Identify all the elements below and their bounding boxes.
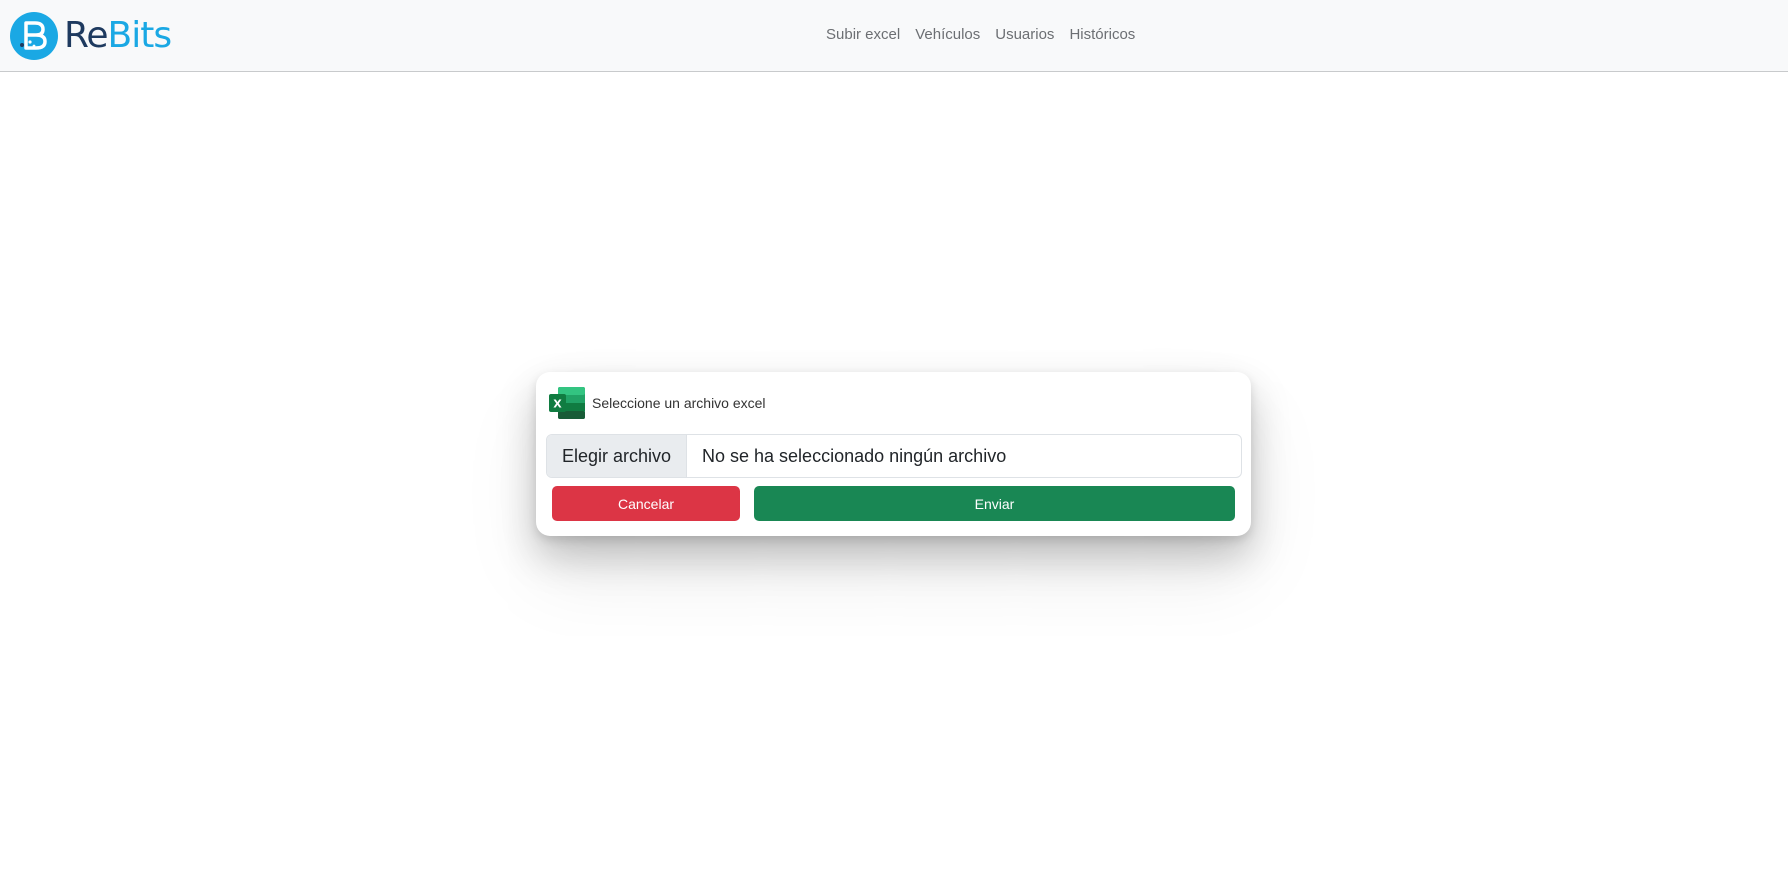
upload-card-title: Seleccione un archivo excel bbox=[592, 395, 766, 411]
nav-link-usuarios[interactable]: Usuarios bbox=[995, 24, 1054, 46]
nav-link-historicos[interactable]: Históricos bbox=[1069, 24, 1135, 46]
cancel-button[interactable]: Cancelar bbox=[552, 486, 740, 521]
brand-name-part2: Bits bbox=[107, 15, 173, 56]
nav-links: Subir excel Vehículos Usuarios Histórico… bbox=[826, 24, 1135, 46]
rebits-logo-icon bbox=[10, 12, 58, 60]
nav-link-subir-excel[interactable]: Subir excel bbox=[826, 24, 900, 46]
file-status-text: No se ha seleccionado ningún archivo bbox=[702, 445, 1007, 466]
excel-icon: X bbox=[548, 386, 586, 420]
nav-link-vehiculos[interactable]: Vehículos bbox=[915, 24, 980, 46]
svg-text:X: X bbox=[553, 398, 562, 411]
brand-logo[interactable]: ReBits bbox=[10, 12, 173, 60]
brand-name-part1: Re bbox=[64, 15, 109, 56]
file-input[interactable]: Elegir archivo No se ha seleccionado nin… bbox=[546, 434, 1242, 478]
choose-file-button[interactable]: Elegir archivo bbox=[547, 435, 687, 477]
upload-card-header: X Seleccione un archivo excel bbox=[548, 386, 766, 420]
brand-name: ReBits bbox=[64, 12, 173, 60]
upload-card: X Seleccione un archivo excel Elegir arc… bbox=[536, 372, 1251, 536]
top-navbar: ReBits Subir excel Vehículos Usuarios Hi… bbox=[0, 0, 1788, 72]
send-button[interactable]: Enviar bbox=[754, 486, 1235, 521]
